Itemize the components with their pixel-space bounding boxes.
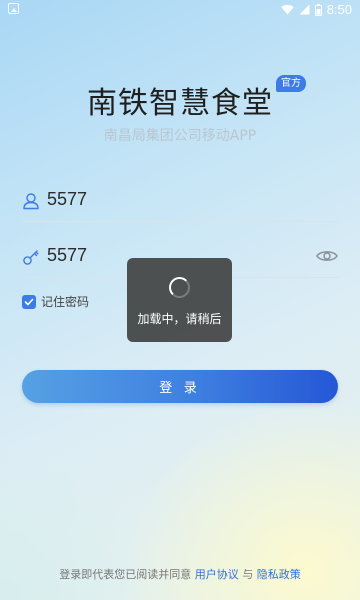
remember-label: 记住密码	[41, 295, 90, 309]
remember-checkbox[interactable]	[22, 294, 36, 309]
remember-password[interactable]: 记住密码	[22, 293, 89, 310]
spinner-icon	[169, 277, 190, 298]
user-icon	[23, 193, 39, 210]
username-field[interactable]: 5577	[22, 182, 338, 222]
app-subtitle: 南昌局集团公司移动APP	[103, 128, 257, 144]
username-value[interactable]: 5577	[47, 189, 87, 210]
agreement-prefix: 登录即代表您已阅读并同意	[59, 568, 195, 581]
wifi-icon	[280, 4, 294, 15]
title-block: 南铁智慧食堂 官方	[0, 75, 360, 122]
status-time: 8:50	[326, 2, 352, 17]
login-button[interactable]: 登 录	[22, 370, 338, 403]
signal-icon	[299, 4, 310, 15]
password-value[interactable]: 5577	[47, 245, 87, 266]
loading-toast: 加载中，请稍后	[127, 258, 232, 342]
agreement-and: 与	[238, 568, 257, 581]
check-icon	[24, 298, 34, 305]
key-icon	[23, 250, 39, 265]
official-badge: 官方	[276, 75, 306, 92]
user-agreement-link[interactable]: 用户协议	[195, 568, 239, 581]
status-right: 8:50	[280, 2, 352, 17]
loading-text: 加载中，请稍后	[137, 312, 222, 326]
notification-image-icon	[8, 3, 19, 14]
eye-icon[interactable]	[316, 248, 338, 264]
privacy-policy-link[interactable]: 隐私政策	[257, 568, 301, 581]
battery-icon	[314, 3, 322, 16]
status-bar: 8:50	[0, 0, 360, 20]
app-title: 南铁智慧食堂	[87, 86, 273, 121]
agreement-text: 登录即代表您已阅读并同意 用户协议 与 隐私政策	[0, 566, 360, 582]
